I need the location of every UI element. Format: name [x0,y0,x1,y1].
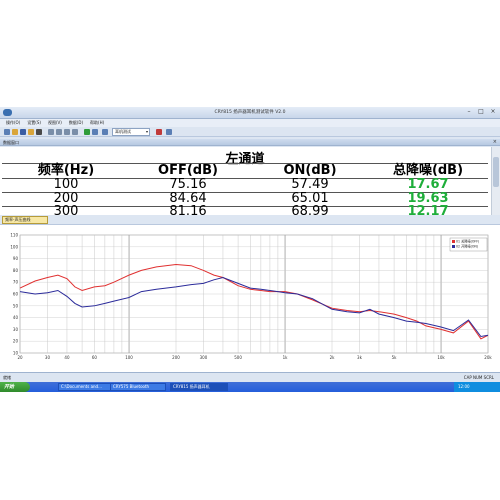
menu-help[interactable]: 帮助(H) [90,119,104,127]
y-tick-label: 100 [10,244,18,249]
data-panel-label: 数据窗口 [3,140,19,145]
print-icon[interactable] [36,129,42,135]
tray-clock: 12:00 [458,384,470,389]
settings-icon[interactable] [48,129,54,135]
table-scrollbar[interactable] [491,147,500,215]
cell-reduction: 17.67 [407,177,449,192]
header-frequency: 频率(Hz) [37,163,95,178]
menu-settings[interactable]: 设置(S) [27,119,41,127]
frequency-response-chart: 10203040506070809010011020 30 40 60 100 200 30… [10,233,492,361]
chart-panel: 10 20 30 40 50 60 70 80 90 100 110 20 30 40 60 100 200 30… [0,224,500,379]
app-window: CRY815 扬声器耳机测试软件 V2.0 – □ × 操作(O) 设置(S) … [0,107,500,392]
new-icon[interactable] [4,129,10,135]
tab-frequency-response[interactable]: 频率-声压曲线 [2,216,48,224]
y-tick-label: 40 [13,315,19,320]
play-icon[interactable] [84,129,90,135]
arrow-right-icon[interactable] [92,129,98,135]
taskbar-item[interactable]: CRY815 扬声器耳机 [170,383,228,391]
menu-operate[interactable]: 操作(O) [6,119,20,127]
title-bar: CRY815 扬声器耳机测试软件 V2.0 – □ × [0,107,500,119]
cell-on: 68.99 [291,204,329,219]
chevron-down-icon: ▾ [145,129,148,134]
cell-on: 57.49 [291,177,329,192]
y-tick-label: 20 [13,339,19,344]
results-table: 左通道 频率(Hz) OFF(dB) ON(dB) 总降噪(dB) 100 75… [0,147,500,219]
calibrate-icon[interactable] [56,129,62,135]
x-tick-label: 300 [200,355,208,360]
legend-swatch [452,245,455,248]
save-icon[interactable] [20,129,26,135]
header-on: ON(dB) [283,163,337,178]
close-icon[interactable]: × [488,108,498,116]
mode-select-value: 耳机测试 [115,129,131,134]
system-tray: 12:00 [454,382,500,392]
x-tick-label: 40 [64,355,70,360]
x-tick-label: 200 [172,355,180,360]
header-reduction: 总降噪(dB) [392,163,464,178]
y-tick-label: 110 [10,233,18,238]
arrow-left-icon[interactable] [102,129,108,135]
mode-select[interactable]: 耳机测试 ▾ [112,128,150,136]
maximize-icon[interactable]: □ [476,108,486,116]
export-icon[interactable] [72,129,78,135]
legend-label: 02 开降噪(ON) [456,244,478,249]
toolbar: 耳机测试 ▾ [0,127,500,137]
y-tick-label: 30 [13,327,19,332]
cell-frequency: 100 [53,177,79,192]
status-bar: 就绪 CAP NUM SCRL [0,372,500,382]
status-indicators: CAP NUM SCRL [463,375,494,380]
legend-swatch [452,240,455,243]
panel-close-icon[interactable]: × [493,139,497,145]
taskbar: 开始 C:\Documents and... CRY575 Bluetooth … [0,382,500,392]
y-tick-label: 80 [13,268,19,273]
cell-off: 81.16 [169,204,207,219]
y-tick-label: 90 [13,256,19,261]
x-tick-label: 3k [357,355,363,360]
x-tick-label: 60 [92,355,98,360]
status-ready: 就绪 [3,375,11,380]
y-tick-label: 60 [13,292,19,297]
x-tick-label: 30 [45,355,51,360]
header-off: OFF(dB) [158,163,218,178]
x-tick-label: 20 [17,355,23,360]
info-icon[interactable] [166,129,172,135]
x-tick-label: 100 [125,355,133,360]
menu-bar: 操作(O) 设置(S) 视图(V) 数据(D) 帮助(H) [0,119,500,127]
x-tick-label: 500 [234,355,242,360]
taskbar-item[interactable]: CRY575 Bluetooth [110,383,166,391]
folder-icon[interactable] [28,129,34,135]
minimize-icon[interactable]: – [464,108,474,116]
cell-reduction: 12.17 [407,204,449,219]
x-tick-label: 1k [283,355,289,360]
x-tick-label: 5k [392,355,398,360]
cell-off: 75.16 [169,177,207,192]
scrollbar-thumb[interactable] [493,157,499,187]
y-tick-label: 50 [13,303,19,308]
y-tick-label: 70 [13,280,19,285]
menu-view[interactable]: 视图(V) [48,119,62,127]
window-title: CRY815 扬声器耳机测试软件 V2.0 [214,110,286,115]
x-tick-label: 10k [437,355,445,360]
open-icon[interactable] [12,129,18,135]
start-button[interactable]: 开始 [0,382,30,392]
menu-data[interactable]: 数据(D) [69,119,83,127]
zoom-icon[interactable] [64,129,70,135]
x-tick-label: 20k [484,355,492,360]
legend-label: 01 关降噪(OFF) [456,239,479,244]
stop-icon[interactable] [156,129,162,135]
data-panel-header: 数据窗口 × [0,139,500,146]
x-tick-label: 2k [330,355,336,360]
